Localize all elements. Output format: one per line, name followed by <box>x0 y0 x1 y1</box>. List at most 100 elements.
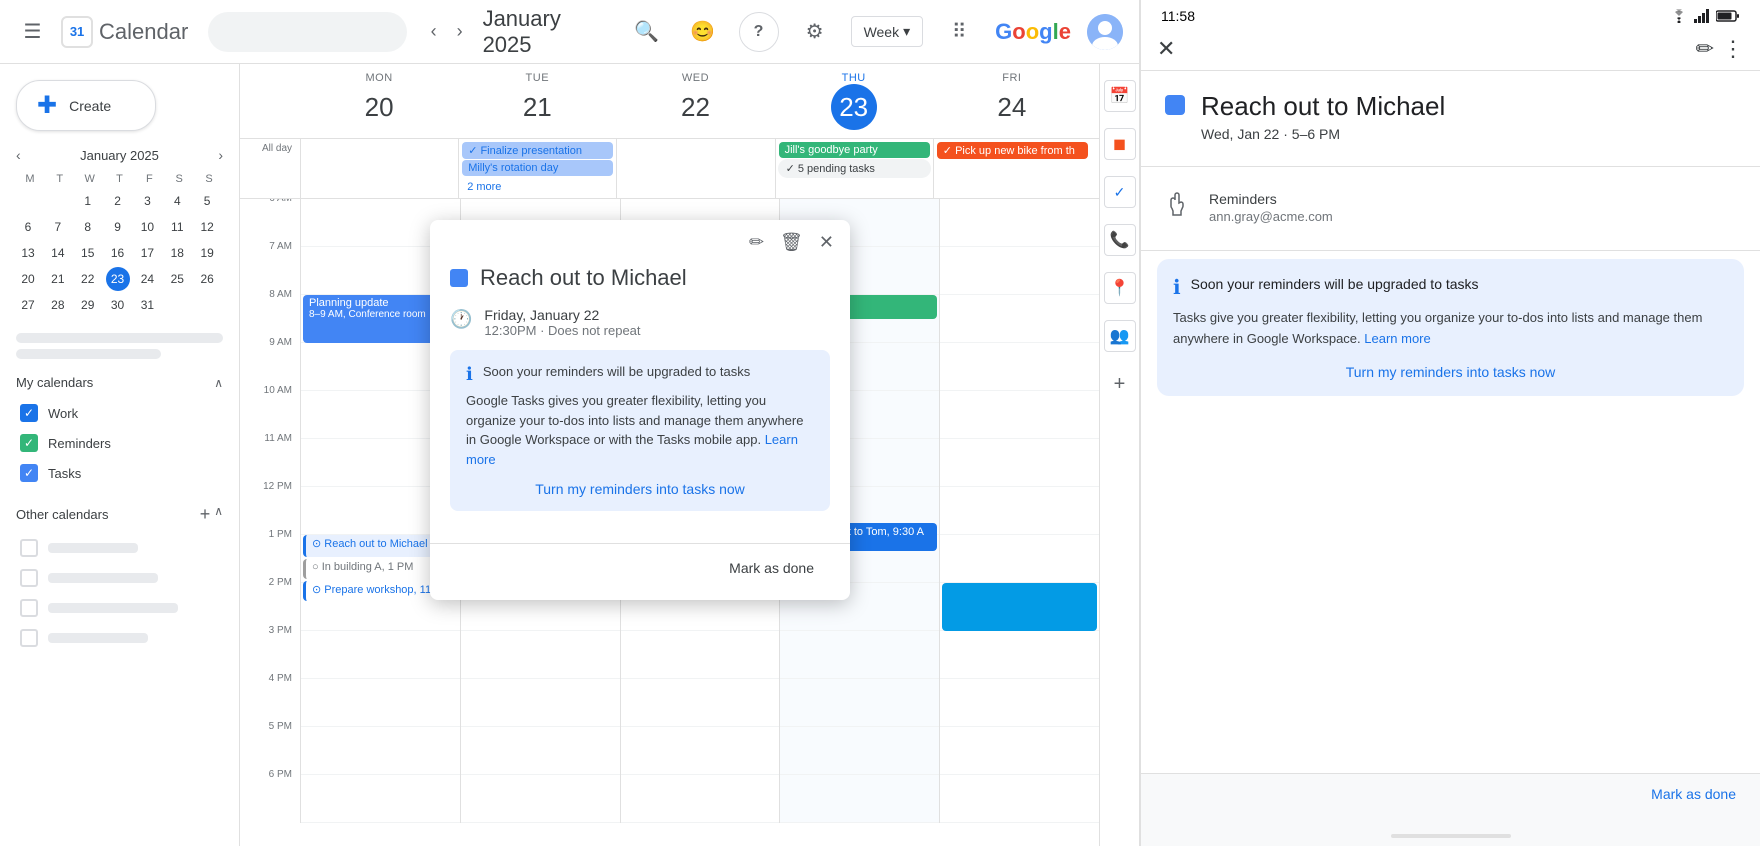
settings-icon-button[interactable]: ⚙ <box>795 12 835 52</box>
search-bar[interactable] <box>208 12 406 52</box>
upgrade-banner: ℹ Soon your reminders will be upgraded t… <box>450 350 830 511</box>
popup-content: Reach out to Michael 🕐 Friday, January 2… <box>430 265 850 543</box>
logo-square: 31 <box>61 16 93 48</box>
nav-next-button[interactable]: › <box>449 17 471 46</box>
other-cal-checkbox-4[interactable] <box>20 629 38 647</box>
popup-delete-button[interactable]: 🗑 <box>776 228 807 257</box>
other-cal-checkbox-2[interactable] <box>20 569 38 587</box>
day-header-wed: WED 22 <box>616 64 774 138</box>
upgrade-title: Soon your reminders will be upgraded to … <box>483 364 750 379</box>
signal-icon <box>1694 9 1710 23</box>
other-calendars-title: Other calendars <box>16 507 109 522</box>
popup-mark-done-button[interactable]: Mark as done <box>713 552 830 584</box>
mobile-edit-button[interactable]: ✏ <box>1696 36 1714 62</box>
mini-cal-header: ‹ January 2025 › <box>16 147 223 163</box>
mobile-content: Reach out to Michael Wed, Jan 22 · 5–6 P… <box>1141 71 1760 773</box>
side-icons: 📅 ◼ ✓ 📞 📍 👥 + <box>1099 64 1139 846</box>
mobile-more-button[interactable]: ⋮ <box>1722 36 1744 62</box>
mobile-event-title: Reach out to Michael <box>1201 91 1445 122</box>
help-icon-button[interactable]: ? <box>739 12 779 52</box>
mini-cal-month: January 2025 <box>80 148 159 163</box>
popup-edit-button[interactable]: ✏ <box>745 228 768 257</box>
reminder-hand-icon <box>1165 191 1193 226</box>
mobile-event-date: Wed, Jan 22 · 5–6 PM <box>1201 126 1736 142</box>
mobile-reminder-row: Reminders ann.gray@acme.com <box>1141 175 1760 242</box>
pending-tasks-chip[interactable]: ✓ 5 pending tasks <box>778 159 931 178</box>
other-calendars-header[interactable]: Other calendars + ∧ <box>16 504 223 525</box>
sidebar-placeholder-1 <box>16 333 223 359</box>
side-icon-tasks[interactable]: ✓ <box>1104 176 1136 208</box>
all-day-tue: ✓ Finalize presentation Milly's rotation… <box>458 139 616 198</box>
mobile-mark-done-button[interactable]: Mark as done <box>1651 786 1736 802</box>
reminders-checkbox[interactable]: ✓ <box>20 434 38 452</box>
mobile-upgrade-title: Soon your reminders will be upgraded to … <box>1191 275 1479 295</box>
pick-up-bike-event[interactable]: ✓ Pick up new bike from th <box>937 142 1088 159</box>
side-icon-phone[interactable]: 📞 <box>1104 224 1136 256</box>
mobile-learn-more-link[interactable]: Learn more <box>1364 331 1430 346</box>
mobile-bottom-bar <box>1391 834 1511 838</box>
other-cal-item-3[interactable] <box>16 593 223 623</box>
pick-up-bike-time-event[interactable] <box>942 583 1097 631</box>
my-calendars-section: My calendars ∧ ✓ Work ✓ Reminders ✓ Task… <box>16 375 223 488</box>
popup-header: ✏ 🗑 ✕ <box>430 220 850 265</box>
mobile-close-button[interactable]: ✕ <box>1157 36 1175 62</box>
other-cal-item-2[interactable] <box>16 563 223 593</box>
status-icon-button[interactable]: 😊 <box>683 12 723 52</box>
day-header-thu: THU 23 <box>775 64 933 138</box>
calendar-item-work[interactable]: ✓ Work <box>16 398 223 428</box>
popup-footer: Mark as done <box>430 543 850 600</box>
popup-title: Reach out to Michael <box>480 265 687 291</box>
popup-turn-reminders-button[interactable]: Turn my reminders into tasks now <box>466 481 814 497</box>
month-label: January 2025 <box>483 6 603 58</box>
my-calendars-chevron: ∧ <box>214 376 223 390</box>
millys-rotation-event[interactable]: Milly's rotation day <box>462 160 613 176</box>
time-column: 6 AM 7 AM 8 AM 9 AM 10 AM 11 AM 12 PM 1 … <box>240 199 300 823</box>
other-cal-item-1[interactable] <box>16 533 223 563</box>
popup-close-button[interactable]: ✕ <box>815 228 838 257</box>
mobile-turn-reminders-button[interactable]: Turn my reminders into tasks now <box>1173 364 1728 380</box>
mobile-divider-2 <box>1141 250 1760 251</box>
my-calendars-header[interactable]: My calendars ∧ <box>16 375 223 390</box>
popup-date-row: 🕐 Friday, January 22 12:30PM · Does not … <box>450 307 830 338</box>
battery-icon <box>1716 9 1740 23</box>
search-icon-button[interactable]: 🔍 <box>627 12 667 52</box>
side-icon-calendar[interactable]: 📅 <box>1104 80 1136 112</box>
side-icon-add[interactable]: + <box>1104 368 1136 400</box>
calendar-item-tasks[interactable]: ✓ Tasks <box>16 458 223 488</box>
nav-prev-button[interactable]: ‹ <box>423 17 445 46</box>
reminders-label: Reminders <box>48 436 111 451</box>
user-avatar[interactable] <box>1087 14 1123 50</box>
create-label: Create <box>69 98 111 114</box>
other-cal-checkbox-1[interactable] <box>20 539 38 557</box>
side-icon-people[interactable]: 👥 <box>1104 320 1136 352</box>
apps-grid-icon[interactable]: ⠿ <box>939 12 979 52</box>
popup-time: 12:30PM · Does not repeat <box>484 323 640 338</box>
work-label: Work <box>48 406 78 421</box>
mini-cal-prev[interactable]: ‹ <box>16 147 21 163</box>
my-calendars-title: My calendars <box>16 375 93 390</box>
more-events-link[interactable]: 2 more <box>461 179 507 195</box>
upgrade-body: Google Tasks gives you greater flexibili… <box>466 391 814 469</box>
create-button[interactable]: ✚ Create <box>16 80 156 131</box>
jills-goodbye-event[interactable]: Jill's goodbye party <box>779 142 930 158</box>
mini-calendar: ‹ January 2025 › M T W T F S S 1 2 <box>16 147 223 317</box>
tasks-checkbox[interactable]: ✓ <box>20 464 38 482</box>
work-checkbox[interactable]: ✓ <box>20 404 38 422</box>
calendar-logo: 31 Calendar <box>61 16 188 48</box>
other-cal-item-4[interactable] <box>16 623 223 653</box>
calendar-item-reminders[interactable]: ✓ Reminders <box>16 428 223 458</box>
add-other-calendar-button[interactable]: + <box>200 504 211 525</box>
mobile-status-bar: 11:58 <box>1141 0 1760 28</box>
mini-cal-next[interactable]: › <box>218 147 223 163</box>
all-day-thu: Jill's goodbye party ✓ 5 pending tasks <box>775 139 933 198</box>
menu-icon[interactable]: ☰ <box>16 12 49 52</box>
calendar-header: ☰ 31 Calendar ‹ › January 2025 🔍 😊 ? ⚙ W… <box>0 0 1139 64</box>
finalize-presentation-event[interactable]: ✓ Finalize presentation <box>462 142 613 159</box>
other-cal-checkbox-3[interactable] <box>20 599 38 617</box>
side-icon-orange[interactable]: ◼ <box>1104 128 1136 160</box>
mobile-divider-1 <box>1141 166 1760 167</box>
week-view-dropdown[interactable]: Week ▾ <box>851 16 924 47</box>
side-icon-maps[interactable]: 📍 <box>1104 272 1136 304</box>
mobile-upgrade-body: Tasks give you greater flexibility, lett… <box>1173 308 1728 350</box>
popup-color-indicator <box>450 269 468 287</box>
